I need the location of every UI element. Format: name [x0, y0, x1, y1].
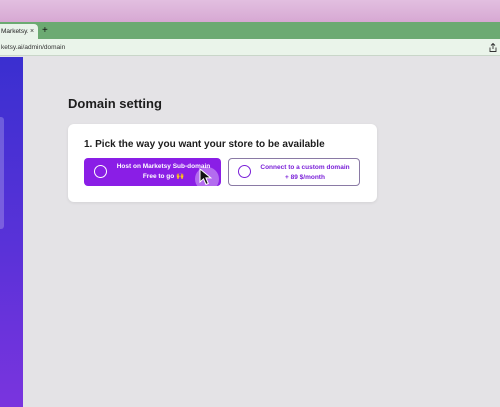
sidebar	[0, 57, 23, 407]
tab-title: Marketsy.ai	[1, 28, 28, 35]
custom-domain-option-price: + 89 $/month	[285, 174, 325, 181]
browser-tab[interactable]: Marketsy.ai ×	[0, 24, 38, 39]
domain-card: 1. Pick the way you want your store to b…	[68, 124, 377, 202]
custom-domain-radio[interactable]	[238, 165, 251, 178]
custom-domain-option-title: Connect to a custom domain	[260, 164, 350, 171]
card-heading: 1. Pick the way you want your store to b…	[84, 139, 325, 150]
custom-domain-option-button[interactable]: Connect to a custom domain + 89 $/month	[228, 158, 360, 186]
subdomain-radio[interactable]	[94, 165, 107, 178]
desktop-background	[0, 0, 500, 22]
custom-domain-option-text: Connect to a custom domain + 89 $/month	[253, 163, 357, 183]
address-bar[interactable]: ketsy.ai/admin/domain	[0, 39, 500, 56]
new-tab-icon[interactable]: +	[42, 25, 48, 36]
url-text[interactable]: ketsy.ai/admin/domain	[0, 44, 65, 51]
browser-tab-bar: Marketsy.ai × +	[0, 22, 500, 39]
page-title: Domain setting	[68, 96, 162, 111]
sidebar-panel[interactable]	[0, 117, 4, 229]
mouse-cursor-icon	[199, 168, 213, 186]
share-icon[interactable]	[489, 43, 497, 52]
tab-close-icon[interactable]: ×	[30, 28, 34, 35]
